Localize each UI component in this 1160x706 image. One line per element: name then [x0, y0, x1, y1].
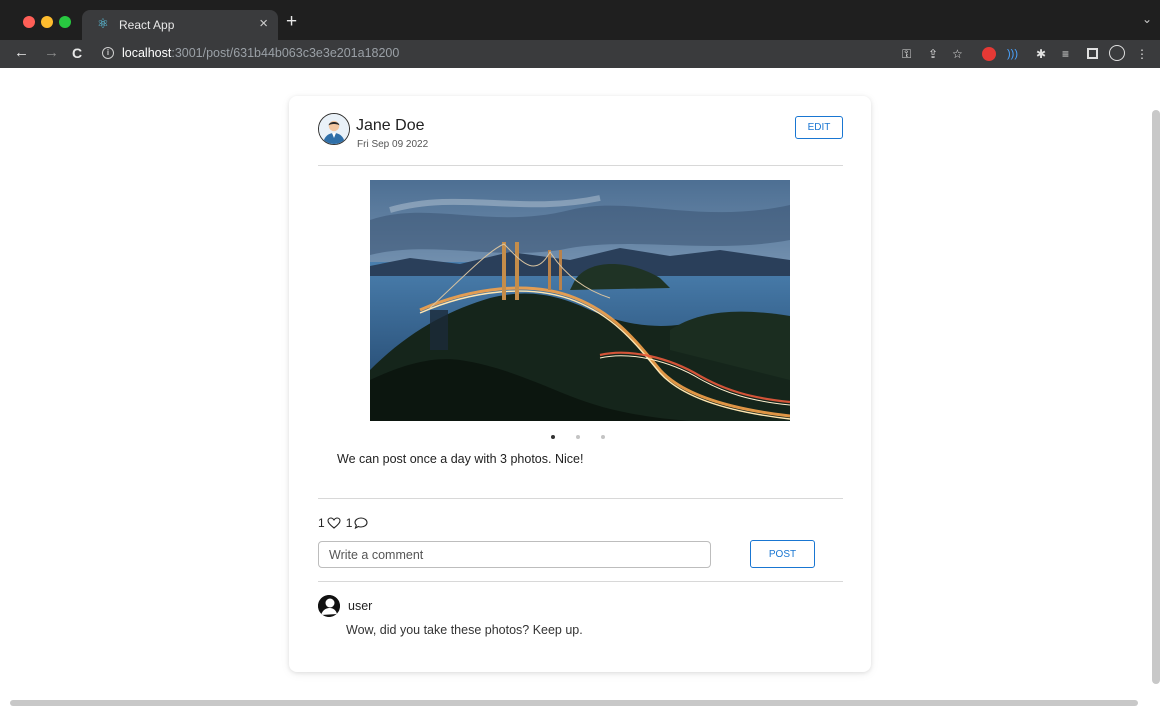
photo-carousel-dots	[551, 435, 611, 441]
commenter-name[interactable]: user	[348, 599, 372, 613]
tab-search-icon[interactable]: ⌄	[1142, 12, 1152, 26]
content-divider	[318, 498, 843, 499]
comment-count: 1	[345, 516, 353, 530]
comment-bubble-icon[interactable]	[354, 517, 368, 529]
tab-close-icon[interactable]: ×	[259, 15, 268, 33]
browser-tab[interactable]: ⚛ React App ×	[82, 10, 278, 40]
post-caption: We can post once a day with 3 photos. Ni…	[337, 452, 584, 466]
post-photo[interactable]	[370, 180, 790, 421]
post-stats: 1 1	[318, 516, 373, 530]
like-count: 1	[318, 516, 325, 530]
puzzle-icon[interactable]: ✱	[1036, 47, 1046, 61]
comment-text: Wow, did you take these photos? Keep up.	[346, 623, 583, 637]
profile-icon[interactable]	[1109, 45, 1125, 61]
carousel-dot[interactable]	[601, 435, 605, 439]
post-date: Fri Sep 09 2022	[357, 139, 429, 150]
author-avatar[interactable]	[318, 113, 350, 145]
minimize-window-button[interactable]	[41, 16, 53, 28]
carousel-dot[interactable]	[576, 435, 580, 439]
browser-tab-bar: ⚛ React App × + ⌄	[0, 0, 1160, 40]
back-button[interactable]: ←	[14, 44, 29, 62]
comments-divider	[318, 581, 843, 582]
reload-button[interactable]: C	[72, 44, 82, 62]
user-silhouette-icon	[318, 595, 340, 617]
new-tab-button[interactable]: +	[286, 11, 297, 33]
author-name[interactable]: Jane Doe	[356, 117, 425, 135]
maximize-window-button[interactable]	[59, 16, 71, 28]
heart-icon[interactable]	[327, 517, 341, 529]
header-divider	[318, 165, 843, 166]
more-icon[interactable]: ⋮	[1136, 47, 1148, 61]
url-text[interactable]: localhost:3001/post/631b44b063c3e3e201a1…	[122, 46, 399, 60]
bridge-photo-image	[370, 180, 790, 421]
person-avatar-icon	[319, 114, 349, 144]
forward-button[interactable]: →	[44, 44, 59, 62]
key-icon[interactable]: ⚿	[902, 47, 911, 61]
share-icon[interactable]: ⇪	[928, 47, 938, 61]
url-host: localhost	[122, 46, 172, 60]
sound-icon[interactable]: )))	[1007, 47, 1018, 61]
adblock-icon[interactable]	[982, 47, 996, 61]
address-bar[interactable]: i localhost:3001/post/631b44b063c3e3e201…	[92, 42, 1154, 65]
comment-input[interactable]	[318, 541, 711, 568]
browser-toolbar: ← → C i localhost:3001/post/631b44b063c3…	[0, 40, 1160, 68]
star-icon[interactable]: ☆	[952, 47, 963, 61]
vertical-scrollbar[interactable]	[1152, 110, 1160, 684]
post-comment-button[interactable]: POST	[750, 540, 815, 568]
carousel-dot[interactable]	[551, 435, 555, 439]
close-window-button[interactable]	[23, 16, 35, 28]
horizontal-scrollbar[interactable]	[10, 700, 1138, 706]
react-logo-icon: ⚛	[97, 16, 109, 31]
post-card: Jane Doe Fri Sep 09 2022 EDIT We can pos…	[289, 96, 871, 672]
commenter-avatar[interactable]	[318, 595, 340, 617]
side-panel-icon[interactable]	[1087, 48, 1098, 59]
reading-list-icon[interactable]: ≡	[1062, 47, 1069, 61]
url-path: :3001/post/631b44b063c3e3e201a18200	[171, 46, 400, 60]
edit-button[interactable]: EDIT	[795, 116, 843, 139]
site-info-icon[interactable]: i	[102, 47, 114, 59]
tab-title: React App	[119, 18, 175, 32]
